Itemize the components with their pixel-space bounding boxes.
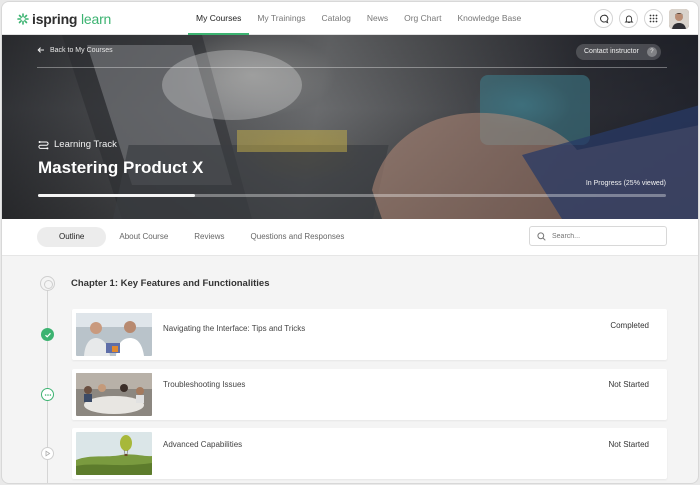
chat-icon xyxy=(599,14,608,24)
user-avatar[interactable] xyxy=(669,9,689,29)
nav-catalog[interactable]: Catalog xyxy=(314,2,359,35)
learning-track-icon xyxy=(38,140,49,149)
top-navigation-bar: ispring learn My Courses My Trainings Ca… xyxy=(2,2,698,35)
lesson-thumbnail xyxy=(76,432,152,475)
search-icon xyxy=(537,231,546,241)
notifications-button[interactable] xyxy=(619,9,638,28)
logo-text: ispring learn xyxy=(32,11,111,27)
hero-divider xyxy=(37,67,667,68)
locked-status-icon xyxy=(41,447,54,460)
course-tabs: Outline About Course Reviews Questions a… xyxy=(37,227,357,247)
lesson-card-advanced-capabilities[interactable]: Advanced Capabilities Not Started xyxy=(72,428,667,479)
back-link-label: Back to My Courses xyxy=(50,46,113,54)
lesson-status: Completed xyxy=(610,321,649,330)
help-icon: ? xyxy=(646,47,657,57)
app-window: ispring learn My Courses My Trainings Ca… xyxy=(1,1,699,484)
tab-questions-and-responses[interactable]: Questions and Responses xyxy=(238,227,358,247)
hero-content: Back to My Courses Contact instructor ? … xyxy=(2,35,698,219)
learning-track-label: Learning Track xyxy=(38,139,117,150)
main-nav: My Courses My Trainings Catalog News Org… xyxy=(188,2,529,35)
lesson-thumbnail xyxy=(76,313,152,356)
chat-button[interactable] xyxy=(594,9,613,28)
course-progress-fill xyxy=(38,194,195,197)
avatar-face-icon xyxy=(669,9,689,29)
chapter-marker-icon xyxy=(40,276,55,291)
apps-grid-icon xyxy=(649,14,658,23)
play-icon xyxy=(45,450,51,457)
search-input[interactable] xyxy=(552,232,652,240)
contact-instructor-label: Contact instructor xyxy=(584,48,639,55)
course-hero-banner: Back to My Courses Contact instructor ? … xyxy=(2,35,698,219)
course-progress-text: In Progress (25% viewed) xyxy=(585,180,666,187)
contact-instructor-button[interactable]: Contact instructor ? xyxy=(576,44,661,60)
lesson-title: Navigating the Interface: Tips and Trick… xyxy=(163,324,306,333)
lesson-card-navigating-interface[interactable]: Navigating the Interface: Tips and Trick… xyxy=(72,309,667,360)
tab-about-course[interactable]: About Course xyxy=(106,227,181,247)
search-box xyxy=(529,226,667,246)
lesson-status: Not Started xyxy=(608,380,649,389)
lesson-thumbnail-image xyxy=(76,373,152,416)
ispring-logo-icon xyxy=(17,13,29,25)
tab-outline[interactable]: Outline xyxy=(37,227,107,247)
lesson-title: Troubleshooting Issues xyxy=(163,380,246,389)
learning-track-text: Learning Track xyxy=(54,139,117,150)
bell-icon xyxy=(624,15,633,23)
chapter-title: Chapter 1: Key Features and Functionalit… xyxy=(71,278,270,289)
in-progress-status-icon xyxy=(41,388,54,401)
course-progress-bar xyxy=(38,194,666,197)
ellipsis-icon xyxy=(44,393,51,396)
lesson-thumbnail-image xyxy=(76,432,152,475)
completed-status-icon xyxy=(41,328,54,341)
course-title: Mastering Product X xyxy=(38,158,204,177)
logo-word: ispring xyxy=(32,11,78,27)
nav-news[interactable]: News xyxy=(359,2,396,35)
checkmark-icon xyxy=(44,332,51,338)
lesson-card-troubleshooting-issues[interactable]: Troubleshooting Issues Not Started xyxy=(72,369,667,420)
arrow-left-icon xyxy=(37,47,44,53)
apps-button[interactable] xyxy=(644,9,663,28)
course-tabs-bar: Outline About Course Reviews Questions a… xyxy=(2,219,698,256)
lesson-title: Advanced Capabilities xyxy=(163,440,243,449)
logo-accent: learn xyxy=(80,11,112,27)
nav-my-trainings[interactable]: My Trainings xyxy=(249,2,313,35)
nav-org-chart[interactable]: Org Chart xyxy=(396,2,449,35)
back-to-my-courses-link[interactable]: Back to My Courses xyxy=(37,46,113,54)
nav-knowledge-base[interactable]: Knowledge Base xyxy=(449,2,529,35)
nav-my-courses[interactable]: My Courses xyxy=(188,2,250,35)
lesson-thumbnail-image xyxy=(76,313,152,356)
lesson-thumbnail xyxy=(76,373,152,416)
lesson-status: Not Started xyxy=(608,440,649,449)
logo[interactable]: ispring learn xyxy=(17,11,111,27)
tab-reviews[interactable]: Reviews xyxy=(181,227,237,247)
